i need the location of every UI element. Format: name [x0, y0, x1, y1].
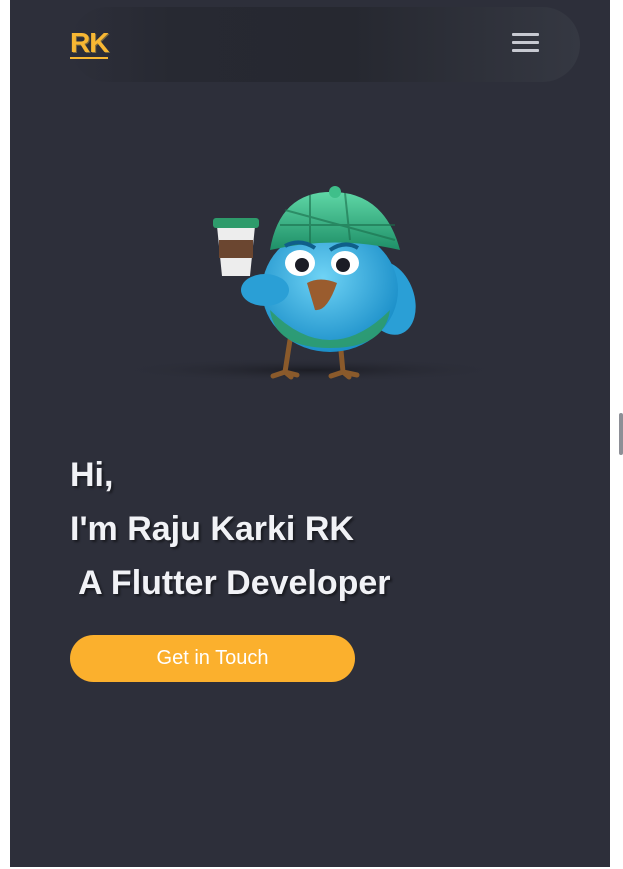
bird-holding-coffee-illustration: [110, 186, 510, 382]
page-container: RK Hi, I'm Raju Karki RK A Flutter Devel…: [10, 0, 610, 867]
get-in-touch-button[interactable]: Get in Touch: [70, 635, 355, 682]
logo[interactable]: RK: [70, 29, 109, 59]
intro-heading: Hi, I'm Raju Karki RK A Flutter Developer: [70, 448, 391, 610]
hamburger-menu-icon[interactable]: [512, 33, 540, 55]
top-navbar: RK: [70, 7, 580, 82]
role-text: A Flutter Developer: [70, 564, 391, 602]
greeting-text: Hi,: [70, 456, 114, 494]
scrollbar-thumb[interactable]: [619, 413, 623, 455]
name-text: I'm Raju Karki RK: [70, 510, 354, 548]
